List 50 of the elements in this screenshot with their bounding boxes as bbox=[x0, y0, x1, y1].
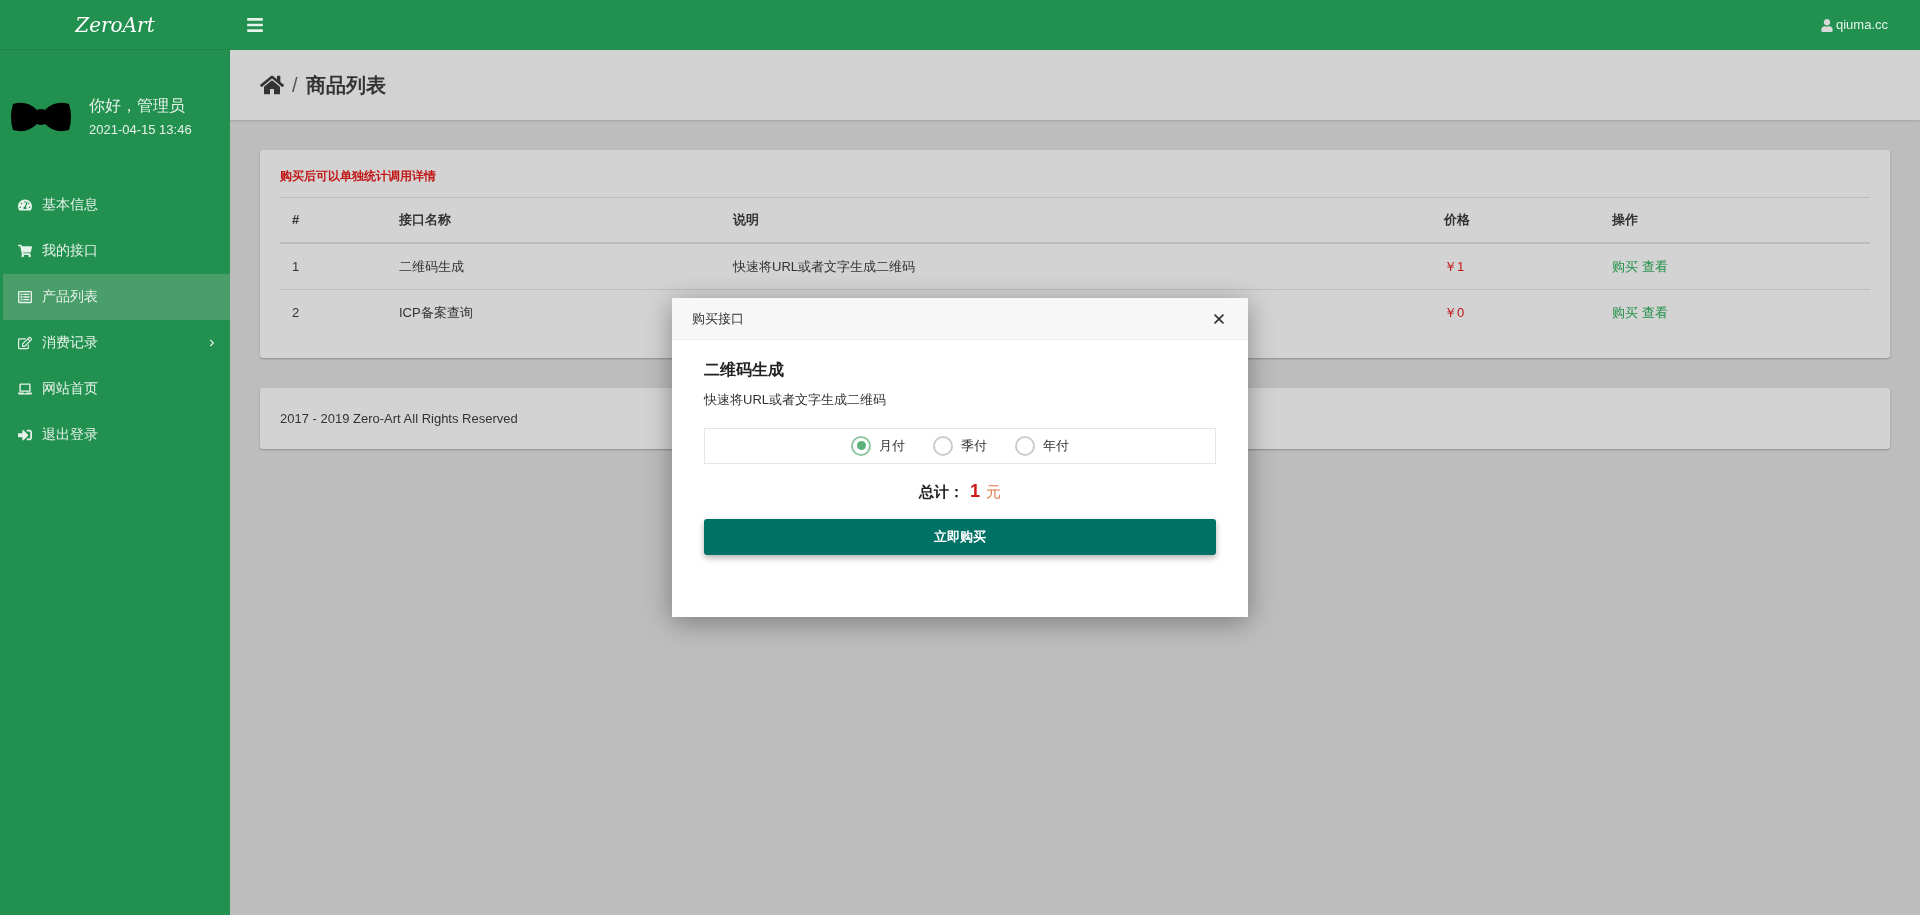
sidebar-item[interactable]: 基本信息 bbox=[3, 181, 230, 228]
user-menu[interactable]: qiuma.cc bbox=[1820, 15, 1888, 35]
column-header: 操作 bbox=[1612, 212, 1638, 228]
plan-radio[interactable]: 月付 bbox=[851, 435, 905, 456]
copyright-text: 2017 - 2019 Zero-Art All Rights Reserved bbox=[280, 409, 518, 428]
action-link[interactable]: 购买 bbox=[1612, 303, 1638, 323]
home-icon[interactable] bbox=[260, 74, 284, 96]
login-datetime: 2021-04-15 13:46 bbox=[89, 121, 192, 139]
sidebar-item[interactable]: 消费记录 bbox=[3, 319, 230, 366]
table-cell: 1 bbox=[292, 258, 300, 274]
sidebar-item[interactable]: 退出登录 bbox=[3, 411, 230, 458]
greeting: 你好，管理员 bbox=[89, 96, 186, 116]
sidebar-item[interactable]: 网站首页 bbox=[3, 365, 230, 412]
table-cell: 2 bbox=[292, 305, 300, 321]
action-link[interactable]: 购买 bbox=[1612, 256, 1638, 277]
product-description: 快速将URL或者文字生成二维码 bbox=[704, 391, 887, 409]
dashboard-icon bbox=[18, 197, 32, 212]
user-icon bbox=[1820, 18, 1833, 32]
chevron-right-icon bbox=[208, 338, 216, 347]
list-icon bbox=[18, 289, 32, 304]
dialog-title: 购买接口 bbox=[692, 309, 745, 328]
sidebar-item[interactable]: 产品列表 bbox=[3, 273, 230, 320]
page-title: 商品列表 bbox=[305, 73, 386, 98]
laptop-icon bbox=[18, 381, 32, 396]
column-header: # bbox=[292, 212, 300, 228]
action-link[interactable]: 查看 bbox=[1642, 303, 1668, 323]
sidebar-item[interactable]: 我的接口 bbox=[3, 227, 230, 274]
brand-logo[interactable]: ZeroArt bbox=[75, 9, 155, 40]
total-value: 1 bbox=[970, 479, 980, 503]
plan-radio[interactable]: 年付 bbox=[1015, 435, 1069, 456]
price-text: ￥0 bbox=[1444, 305, 1465, 321]
action-link[interactable]: 查看 bbox=[1642, 256, 1668, 277]
table-cell: 二维码生成 bbox=[399, 258, 464, 274]
menu-icon[interactable] bbox=[246, 16, 264, 34]
total-unit: 元 bbox=[986, 481, 1001, 502]
sign-in-icon bbox=[18, 427, 32, 442]
column-header: 说明 bbox=[733, 212, 759, 228]
total-label: 总计： bbox=[919, 481, 964, 502]
column-header: 价格 bbox=[1444, 212, 1470, 228]
edit-icon bbox=[18, 335, 32, 350]
column-header: 接口名称 bbox=[399, 212, 451, 228]
notice-text: 购买后可以单独统计调用详情 bbox=[280, 167, 1870, 198]
buy-now-button[interactable]: 立即购买 bbox=[704, 518, 1216, 555]
price-text: ￥1 bbox=[1444, 258, 1465, 274]
table-cell: 快速将URL或者文字生成二维码 bbox=[733, 258, 915, 274]
breadcrumb-separator: / bbox=[292, 73, 298, 98]
plan-radio[interactable]: 季付 bbox=[933, 435, 987, 456]
table-cell: ICP备案查询 bbox=[399, 305, 473, 321]
product-name: 二维码生成 bbox=[704, 360, 785, 380]
cart-icon bbox=[18, 243, 32, 258]
